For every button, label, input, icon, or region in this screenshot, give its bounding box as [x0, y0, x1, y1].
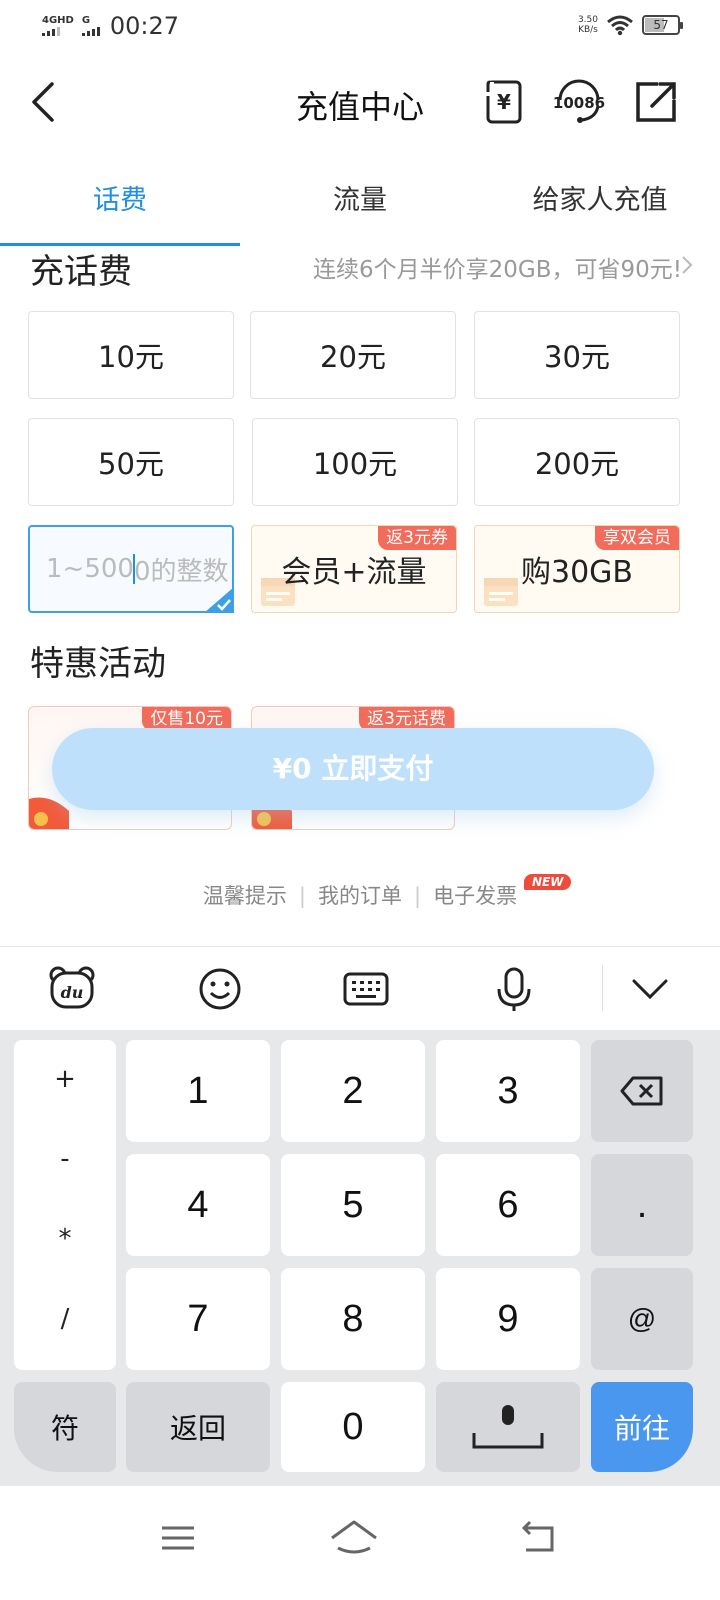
chevron-right-icon[interactable] — [680, 254, 694, 276]
backspace-key[interactable] — [591, 1040, 693, 1142]
home-icon[interactable] — [324, 1508, 384, 1568]
page-title: 充值中心 — [295, 88, 424, 126]
wifi-icon — [607, 15, 633, 36]
amount-option-50[interactable]: 50元 — [28, 418, 234, 506]
custom-amount-input[interactable]: 1~500 0的整数 — [28, 525, 234, 613]
key-5[interactable]: 5 — [281, 1154, 425, 1256]
symbol-column[interactable]: + - * / — [14, 1040, 116, 1370]
space-mic-icon — [472, 1405, 544, 1449]
key-0[interactable]: 0 — [281, 1382, 425, 1472]
system-navigation-bar — [0, 1486, 720, 1600]
check-icon — [204, 587, 234, 613]
keyboard-icon[interactable] — [342, 965, 390, 1013]
speed-unit: KB/s — [578, 25, 598, 35]
key-at[interactable]: @ — [591, 1268, 693, 1370]
svg-text:¥: ¥ — [497, 90, 511, 114]
member-data-label: 会员+流量 — [281, 555, 427, 590]
new-badge: NEW — [524, 874, 572, 890]
keyboard-toolbar: du — [0, 946, 720, 1030]
status-bar: 4GHD G 00:27 3.50 KB/s 57 — [0, 0, 720, 54]
chevron-left-icon[interactable] — [22, 78, 70, 126]
app-header: 充值中心 ¥ 10086 — [0, 60, 720, 144]
menu-icon[interactable] — [148, 1508, 208, 1568]
key-2[interactable]: 2 — [281, 1040, 425, 1142]
key-1[interactable]: 1 — [126, 1040, 270, 1142]
buy-30gb-option[interactable]: 购30GB 享双会员 — [474, 525, 680, 613]
key-6[interactable]: 6 — [436, 1154, 580, 1256]
symbols-key[interactable]: 符 — [14, 1382, 116, 1472]
footer-links: 温馨提示 | 我的订单 | 电子发票 — [0, 880, 720, 910]
space-key[interactable] — [436, 1382, 580, 1472]
symbol-minus[interactable]: - — [14, 1144, 116, 1174]
numeric-keyboard: + - * / 1 2 3 4 5 6 . 7 8 9 @ 符 返回 0 前往 — [0, 1030, 720, 1486]
go-key[interactable]: 前往 — [591, 1382, 693, 1472]
tab-bar: 话费 流量 给家人充值 — [0, 168, 720, 246]
share-icon[interactable] — [632, 78, 680, 126]
amount-option-30[interactable]: 30元 — [474, 311, 680, 399]
tab-phone-bill[interactable]: 话费 — [0, 168, 240, 246]
signal-icon-2: G — [81, 15, 100, 36]
tab-family-recharge[interactable]: 给家人充值 — [480, 168, 720, 246]
network-speed: 3.50 KB/s — [578, 15, 598, 35]
buy-30gb-label: 购30GB — [520, 555, 633, 590]
network-type-1: 4GHD — [42, 15, 74, 26]
emoji-icon[interactable] — [196, 965, 244, 1013]
network-type-2: G — [81, 15, 91, 26]
symbol-plus[interactable]: + — [14, 1064, 116, 1094]
backspace-icon — [620, 1076, 663, 1106]
my-orders-link[interactable]: 我的订单 — [318, 880, 402, 910]
speed-value: 3.50 — [577, 15, 598, 25]
return-key[interactable]: 返回 — [126, 1382, 270, 1472]
amount-option-10[interactable]: 10元 — [28, 311, 234, 399]
back-icon[interactable] — [508, 1508, 568, 1568]
member-data-option[interactable]: 会员+流量 返3元券 — [251, 525, 457, 613]
signal-icon: 4GHD — [42, 16, 74, 36]
status-left: 4GHD G 00:27 — [42, 12, 179, 40]
promo-link[interactable]: 连续6个月半价享20GB，可省90元! — [313, 250, 682, 284]
amount-option-20[interactable]: 20元 — [250, 311, 456, 399]
tab-data[interactable]: 流量 — [240, 168, 480, 246]
amount-option-100[interactable]: 100元 — [252, 418, 458, 506]
pay-now-button[interactable]: ¥0 立即支付 — [52, 728, 654, 810]
microphone-icon[interactable] — [490, 965, 538, 1013]
key-9[interactable]: 9 — [436, 1268, 580, 1370]
amount-option-200[interactable]: 200元 — [474, 418, 680, 506]
status-right: 3.50 KB/s 57 — [578, 14, 683, 36]
calendar-icon — [484, 578, 518, 606]
svg-text:du: du — [61, 983, 84, 1002]
key-3[interactable]: 3 — [436, 1040, 580, 1142]
yuan-bill-icon[interactable]: ¥ — [480, 78, 528, 126]
toolbar-divider — [602, 965, 603, 1011]
customer-service-10086-icon[interactable]: 10086 — [552, 78, 606, 126]
key-8[interactable]: 8 — [281, 1268, 425, 1370]
activities-section-title: 特惠活动 — [30, 644, 166, 684]
battery-icon: 57 — [642, 15, 683, 35]
du-bear-icon[interactable]: du — [48, 965, 96, 1013]
clock: 00:27 — [109, 12, 180, 40]
symbol-multiply[interactable]: * — [14, 1224, 116, 1254]
e-invoice-link[interactable]: 电子发票 — [433, 880, 517, 910]
recharge-section-title: 充话费 — [30, 252, 132, 292]
custom-amount-placeholder: 1~500 — [46, 554, 134, 584]
service-number: 10086 — [553, 94, 605, 112]
custom-amount-placeholder-rest: 0的整数 — [133, 556, 229, 587]
chevron-down-icon[interactable] — [626, 965, 674, 1013]
symbol-divide[interactable]: / — [14, 1304, 116, 1334]
key-7[interactable]: 7 — [126, 1268, 270, 1370]
key-dot[interactable]: . — [591, 1154, 693, 1256]
key-4[interactable]: 4 — [126, 1154, 270, 1256]
battery-level: 57 — [653, 18, 669, 32]
tips-link[interactable]: 温馨提示 — [203, 880, 287, 910]
